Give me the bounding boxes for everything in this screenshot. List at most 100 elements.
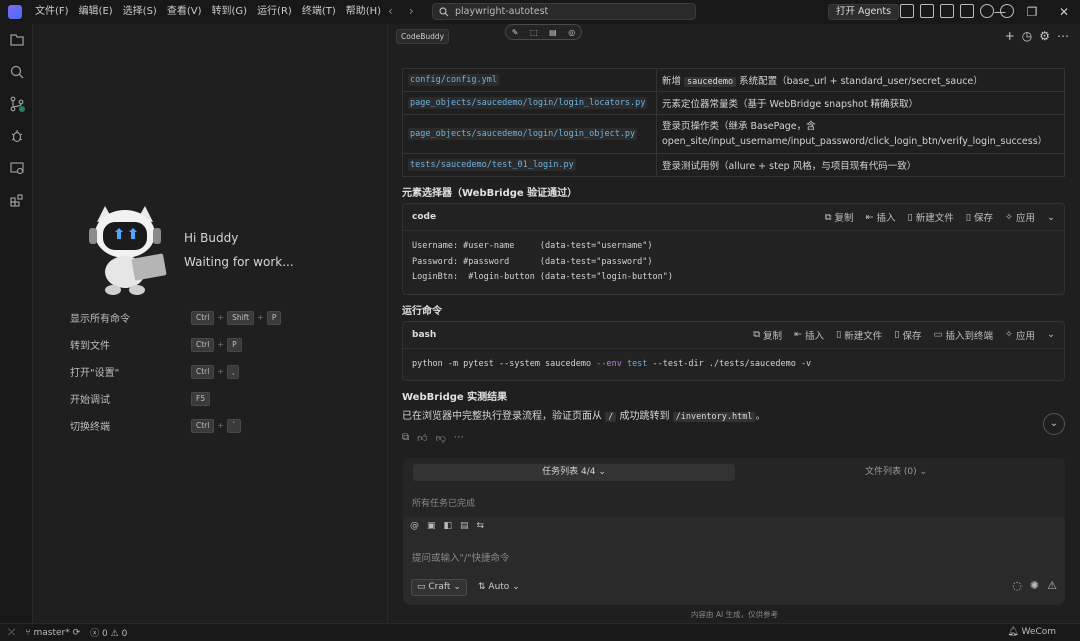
rules-icon[interactable]: ▤ [460,521,469,531]
menu-view[interactable]: 查看(V) [162,0,207,24]
copy-button[interactable]: ⧉ 复制 [825,210,854,225]
shortcut-toggle-terminal[interactable]: 切换终端 Ctrl + ` [70,412,281,439]
insert-button[interactable]: ⇤ 插入 [794,328,824,342]
branch-indicator[interactable]: ⑂ master* ⟳ [25,628,80,638]
comment-icon[interactable]: ▤ [549,28,557,37]
menu-help[interactable]: 帮助(H) [341,0,386,24]
files-table: config/config.yml 新增 saucedemo 系统配置（base… [402,68,1065,177]
file-path[interactable]: config/config.yml [408,74,499,86]
sparkle-icon[interactable]: ✺ [1030,579,1039,592]
remote-explorer-icon[interactable] [0,152,33,184]
insert-to-terminal-button[interactable]: ▭ 插入到终端 [934,328,994,342]
forward-arrow-icon[interactable]: › [409,4,414,18]
wecom-status[interactable]: 🔔︎ WeCom [1007,624,1056,641]
chat-input[interactable]: 提问或输入"/"快捷命令 [412,550,509,564]
restore-button[interactable]: ❐ [1016,0,1048,24]
codebuddy-tab[interactable]: CodeBuddy [396,29,450,44]
image-icon[interactable]: ▣ [427,521,436,531]
menu-go[interactable]: 转到(G) [207,0,253,24]
more-icon[interactable]: ⋯ [454,432,464,444]
copy-button[interactable]: ⧉ 复制 [753,328,782,342]
customize-layout-icon[interactable] [960,4,974,18]
window-controls: — ❐ ✕ [984,0,1080,24]
shortcut-go-to-file[interactable]: 转到文件 Ctrl + P [70,331,281,358]
new-chat-icon[interactable]: + [1005,29,1015,43]
shortcut-start-debugging[interactable]: 开始调试 F5 [70,385,281,412]
warning-icon[interactable]: ⚠ [1047,579,1057,592]
insert-button[interactable]: ⇤ 插入 [865,210,896,225]
tab-file-list[interactable]: 文件列表 (0) ⌄ [735,464,1057,481]
file-path[interactable]: page_objects/saucedemo/login/login_locat… [408,97,648,109]
inline-code: / [605,412,617,422]
file-path[interactable]: page_objects/saucedemo/login/login_objec… [408,128,638,140]
menu-terminal[interactable]: 终端(T) [297,0,341,24]
select-area-icon[interactable]: ⬚ [530,28,538,37]
mention-icon[interactable]: @ [410,521,419,531]
warning-icon: ⚠ [110,629,119,639]
pointer-icon[interactable]: ✎ [512,28,519,37]
menu-edit[interactable]: 编辑(E) [74,0,118,24]
chevron-down-icon[interactable]: ⌄ [1047,212,1055,223]
save-button[interactable]: ▯ 保存 [965,210,993,225]
extensions-icon[interactable] [0,184,33,216]
menu-file[interactable]: 文件(F) [30,0,74,24]
shortcut-open-settings[interactable]: 打开"设置" Ctrl + , [70,358,281,385]
chevron-down-icon: ⌄ [453,582,461,592]
translate-icon[interactable]: ⇆ [477,521,485,531]
ai-disclaimer: 内容由 AI 生成，仅供参考 [690,610,779,619]
toggle-sidebar-icon[interactable] [900,4,914,18]
close-button[interactable]: ✕ [1048,0,1080,24]
remote-icon[interactable]: ⤫ [8,628,15,638]
chevron-down-icon[interactable]: ⌄ [1047,329,1055,340]
chat-settings-icon[interactable]: ⚙ [1039,29,1050,43]
file-description: 登录测试用例（allure + step 风格，与项目现有代码一致） [656,153,1065,177]
key-cap: Ctrl [191,310,215,325]
problems-indicator[interactable]: ⓧ 0 ⚠ 0 [90,626,127,639]
back-arrow-icon[interactable]: ‹ [388,4,393,18]
search-icon[interactable] [0,56,33,88]
thumbs-up-icon[interactable]: 👍︎ [417,432,427,444]
save-button[interactable]: ▯ 保存 [894,328,921,342]
more-icon[interactable]: ⋯ [1057,29,1069,43]
apply-button[interactable]: ✧ 应用 [1005,328,1035,342]
new-file-button[interactable]: ▯ 新建文件 [908,210,954,225]
command-center-search[interactable]: playwright-autotest [432,3,696,20]
mode-select[interactable]: ▭ Craft ⌄ [411,579,467,596]
message-actions: ⧉ 👍︎ 👎︎ ⋯ [402,432,1065,444]
apply-button[interactable]: ✧ 应用 [1005,210,1035,225]
chat-header: CodeBuddy ✎ ⬚ ▤ ◎ + ◷ ⚙ ⋯ [388,24,1080,50]
preview-icon[interactable]: ◎ [568,28,575,37]
inline-code: /inventory.html [672,412,756,422]
copy-icon: ⧉ [753,329,761,340]
thumbs-down-icon[interactable]: 👎︎ [436,432,446,444]
scroll-to-bottom-button[interactable]: ⌄ [1043,413,1065,435]
run-debug-icon[interactable] [0,120,33,152]
copy-icon[interactable]: ⧉ [402,432,409,444]
shortcut-label: 切换终端 [70,422,110,433]
explorer-icon[interactable] [0,24,33,56]
table-row: page_objects/saucedemo/login/login_objec… [402,114,1065,154]
shortcut-show-all-commands[interactable]: 显示所有命令 Ctrl + Shift + P [70,304,282,331]
section-heading: WebBridge 实测结果 [402,392,508,403]
menu-run[interactable]: 运行(R) [252,0,297,24]
toggle-panel-icon[interactable] [920,4,934,18]
tab-task-list[interactable]: 任务列表 4/4 ⌄ [413,464,735,481]
code-block: code ⧉ 复制 ⇤ 插入 ▯ 新建文件 ▯ 保存 ✧ 应用 ⌄ Username: #… [402,203,1065,295]
model-select[interactable]: ⇅ Auto ⌄ [478,579,520,596]
minimize-button[interactable]: — [984,0,1016,24]
source-control-icon[interactable] [0,88,33,120]
menu-selection[interactable]: 选择(S) [118,0,162,24]
open-agents-button[interactable]: 打开 Agents [828,4,900,20]
history-icon[interactable]: ◷ [1022,29,1032,43]
new-file-button[interactable]: ▯ 新建文件 [836,328,882,342]
robot-mascot-icon [89,206,167,295]
toggle-secondary-sidebar-icon[interactable] [940,4,954,18]
file-description: 新增 saucedemo 系统配置（base_url + standard_us… [656,68,1065,92]
figma-icon[interactable]: ◧ [444,521,453,531]
save-icon: ▯ [965,211,972,223]
model-icon: ⇅ [478,582,486,592]
key-cap: P [227,337,242,352]
insert-icon: ⇤ [865,211,874,223]
file-path[interactable]: tests/saucedemo/test_01_login.py [408,159,576,171]
task-tabs: 任务列表 4/4 ⌄ 文件列表 (0) ⌄ [413,464,1057,481]
